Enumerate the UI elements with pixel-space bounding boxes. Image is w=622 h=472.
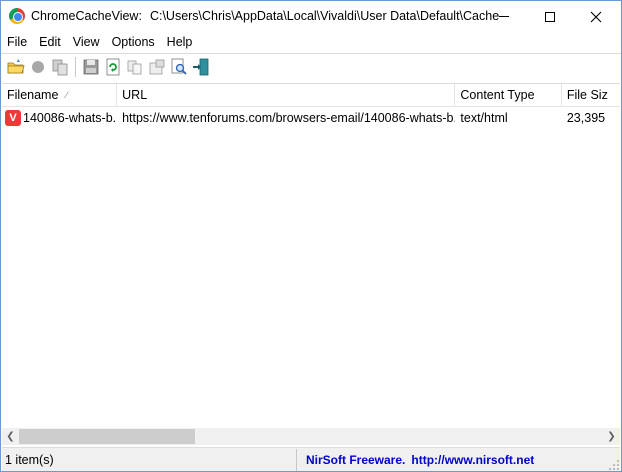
toolbar-separator <box>75 57 76 77</box>
copy-files-icon <box>52 59 68 76</box>
column-header-filename[interactable]: Filename ⁄ <box>2 84 118 107</box>
chrome-cache-app-icon[interactable] <box>9 8 25 24</box>
window-title: ChromeCacheView: C:\Users\Chris\AppData\L… <box>31 9 499 23</box>
menu-view[interactable]: View <box>67 32 106 53</box>
chevron-right-icon: ❯ <box>607 431 616 442</box>
filename-text: 140086-whats-b... <box>23 110 118 125</box>
stop-icon <box>32 61 44 73</box>
refresh-icon <box>106 58 120 76</box>
column-header-url[interactable]: URL <box>117 84 456 107</box>
minimize-button[interactable] <box>481 1 527 32</box>
nirsoft-link[interactable]: http://www.nirsoft.net <box>411 453 534 467</box>
cell-file-size: 23,395 <box>566 110 606 125</box>
vivaldi-icon: V <box>5 109 21 126</box>
nirsoft-credit[interactable]: NirSoft Freeware. http://www.nirsoft.net <box>306 449 534 471</box>
toolbar <box>1 53 621 80</box>
exit-icon <box>193 58 209 76</box>
save-button[interactable] <box>80 56 102 78</box>
properties-icon <box>149 59 165 75</box>
item-count: 1 item(s) <box>2 449 297 471</box>
find-icon <box>171 58 187 75</box>
app-window: ChromeCacheView: C:\Users\Chris\AppData\L… <box>0 0 622 472</box>
stop-button[interactable] <box>27 56 49 78</box>
cell-content-type: text/html <box>460 110 508 125</box>
menu-options[interactable]: Options <box>106 32 161 53</box>
column-header-content-type[interactable]: Content Type <box>455 84 562 107</box>
horizontal-scrollbar[interactable]: ❮ ❯ <box>2 428 620 445</box>
open-folder-button[interactable] <box>5 56 27 78</box>
copy-files-button[interactable] <box>49 56 71 78</box>
window-title-path: C:\Users\Chris\AppData\Local\Vivaldi\Use… <box>149 9 500 23</box>
menu-file[interactable]: File <box>1 32 33 53</box>
close-button[interactable] <box>573 1 619 32</box>
column-filename-label: Filename <box>7 88 59 102</box>
status-bar: 1 item(s) NirSoft Freeware. http://www.ni… <box>2 447 620 471</box>
properties-button[interactable] <box>146 56 168 78</box>
maximize-button[interactable] <box>527 1 573 32</box>
horizontal-scroll-thumb[interactable] <box>19 429 195 444</box>
open-folder-icon <box>7 59 25 74</box>
column-header-file-size[interactable]: File Siz <box>562 84 620 107</box>
close-icon <box>590 11 602 22</box>
cell-url: https://www.tenforums.com/browsers-email… <box>122 110 456 125</box>
scroll-left-button[interactable]: ❮ <box>2 428 19 445</box>
maximize-icon <box>545 11 555 22</box>
window-title-app: ChromeCacheView: <box>31 9 142 23</box>
scroll-right-button[interactable]: ❯ <box>603 428 620 445</box>
cache-list-view[interactable]: Filename ⁄ URL Content Type File Siz V 14… <box>2 83 620 428</box>
menu-edit[interactable]: Edit <box>33 32 67 53</box>
menu-bar: File Edit View Options Help <box>1 32 621 53</box>
resize-grip-icon[interactable] <box>608 459 620 471</box>
copy-button[interactable] <box>124 56 146 78</box>
nirsoft-brand: NirSoft Freeware. <box>306 453 406 467</box>
table-row[interactable]: V 140086-whats-b... https://www.tenforum… <box>2 108 620 127</box>
exit-button[interactable] <box>190 56 212 78</box>
find-button[interactable] <box>168 56 190 78</box>
title-bar[interactable]: ChromeCacheView: C:\Users\Chris\AppData\L… <box>1 1 621 32</box>
menu-help[interactable]: Help <box>161 32 199 53</box>
column-header-row: Filename ⁄ URL Content Type File Siz <box>2 84 620 107</box>
cell-filename: V 140086-whats-b... <box>2 109 118 126</box>
copy-icon <box>127 60 142 75</box>
refresh-button[interactable] <box>102 56 124 78</box>
minimize-icon <box>499 16 509 17</box>
sort-ascending-icon: ⁄ <box>66 90 68 100</box>
save-icon <box>83 59 99 75</box>
chevron-left-icon: ❮ <box>6 431 15 442</box>
